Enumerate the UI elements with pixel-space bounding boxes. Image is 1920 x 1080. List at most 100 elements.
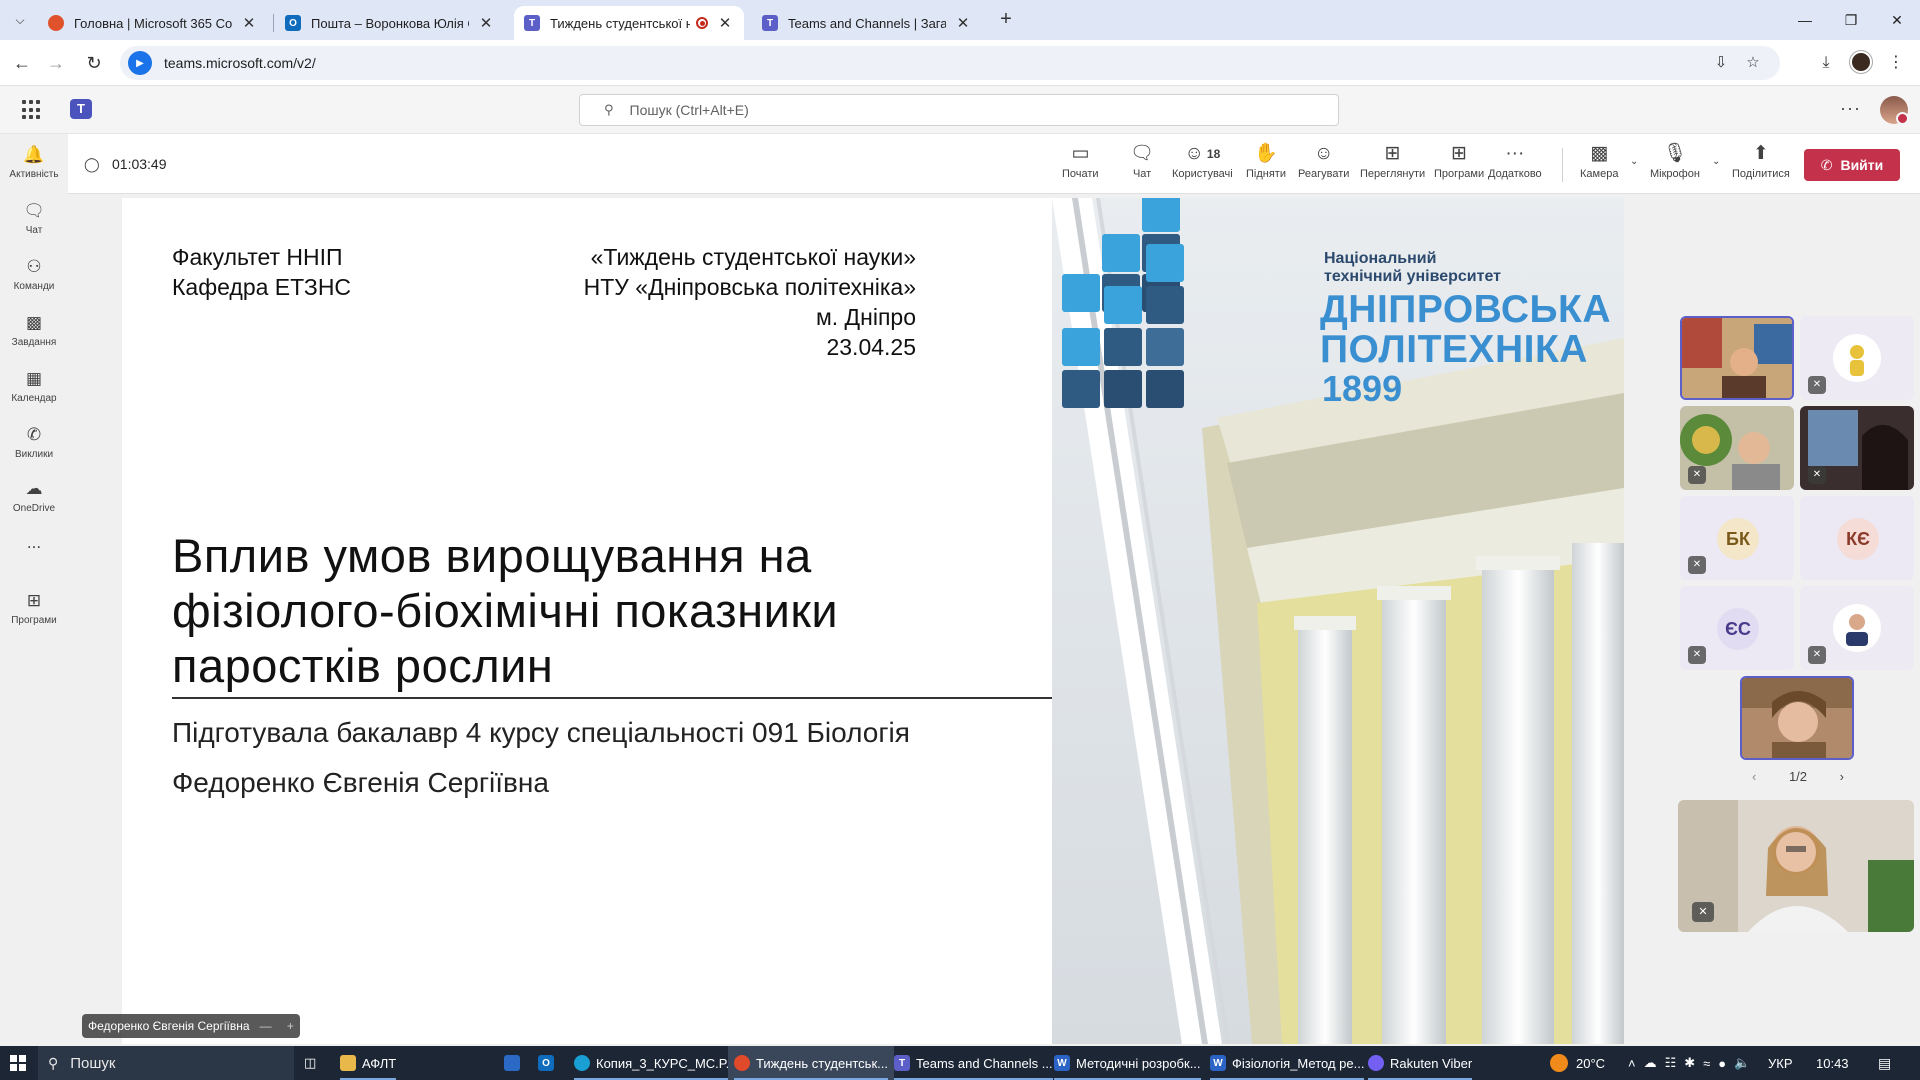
apps-button[interactable]: ⊞ Програми (1434, 142, 1484, 188)
participant-tile[interactable]: ✕ (1800, 406, 1914, 490)
next-page-chevron-icon[interactable]: › (1840, 769, 1844, 784)
mic-muted-icon: ✕ (1808, 466, 1826, 484)
outlook-favicon-icon: O (285, 15, 301, 31)
taskbar-search-input[interactable]: ⚲ Пошук (38, 1046, 294, 1080)
url-text[interactable]: teams.microsoft.com/v2/ (164, 55, 316, 71)
microphone-button[interactable]: 🎙 Мікрофон (1650, 142, 1700, 188)
url-omnibox[interactable]: ▶ teams.microsoft.com/v2/ ⇩ ☆ (120, 46, 1780, 80)
profile-avatar[interactable] (1850, 51, 1874, 75)
restore-icon[interactable]: ❐ (1828, 0, 1874, 40)
presenter-name-tag: Федоренко Євгенія Сергіївна — + (82, 1014, 300, 1038)
weather-widget[interactable]: 20°C (1550, 1046, 1605, 1080)
raise-hand-button[interactable]: ✋ Підняти (1246, 142, 1286, 188)
react-button[interactable]: ☺ Реагувати (1298, 142, 1349, 188)
taskbar-item-edge[interactable]: Копия_3_КУРС_МС.P... (568, 1046, 743, 1080)
camera-button[interactable]: ▩ Камера (1580, 142, 1618, 188)
camera-options-chevron-icon[interactable]: ⌄ (1630, 156, 1638, 167)
bluetooth-icon[interactable]: ✱ (1684, 1055, 1703, 1071)
mic-off-icon: 🎙 (1662, 143, 1688, 164)
participant-tile[interactable] (1740, 676, 1854, 760)
view-button[interactable]: ⊞ Переглянути (1360, 142, 1425, 188)
presenter-zoom-controls[interactable]: — + (260, 1019, 300, 1033)
participant-tile[interactable]: ЄС ✕ (1680, 586, 1794, 670)
rail-item-calls[interactable]: ✆ Виклики (0, 424, 68, 476)
university-logo-blocks (1062, 244, 1184, 408)
rail-item-calendar[interactable]: ▦ Календар (0, 368, 68, 420)
presenter-video-tile[interactable]: ✕ (1678, 800, 1914, 932)
taskbar-item-folder[interactable]: АФЛТ (334, 1046, 402, 1080)
rail-item-apps[interactable]: ⊞ Програми (0, 590, 68, 642)
more-options-icon[interactable]: ··· (1840, 98, 1861, 119)
volume-icon[interactable]: 🔈 (1734, 1055, 1758, 1071)
new-tab-button[interactable]: + (994, 8, 1018, 32)
share-button[interactable]: ⬆ Поділитися (1732, 142, 1790, 188)
participant-tile[interactable] (1680, 316, 1794, 400)
tab-outlook[interactable]: O Пошта – Воронкова Юлія Сергіївна ✕ (275, 6, 505, 40)
tray-chevron-icon[interactable]: ˄ (1628, 1056, 1644, 1071)
word-icon: W (1210, 1055, 1226, 1071)
chat-bubble-icon: 🗨 (23, 201, 45, 220)
leave-button[interactable]: ✆ Вийти (1804, 149, 1900, 181)
task-view-icon[interactable]: ◫ (298, 1046, 322, 1080)
teams-search-input[interactable]: ⚲ Пошук (Ctrl+Alt+E) (579, 94, 1339, 126)
system-tray-icons[interactable]: ˄ ☁ ☷ ✱ ≈ ● 🔈 (1628, 1046, 1758, 1080)
participant-tile[interactable]: ✕ (1680, 406, 1794, 490)
install-app-icon[interactable]: ⇩ (1708, 50, 1734, 76)
rail-item-assignments[interactable]: ▩ Завдання (0, 312, 68, 364)
tab-search-chevron-icon[interactable]: ⌵ (8, 8, 32, 32)
participant-tile[interactable]: ✕ (1800, 586, 1914, 670)
taskbar-item-chrome[interactable]: Тиждень студентськ... (728, 1046, 894, 1080)
language-indicator[interactable]: УКР (1768, 1046, 1793, 1080)
wifi-icon[interactable]: ≈ (1703, 1056, 1718, 1071)
forward-arrow-icon[interactable]: → (44, 51, 68, 75)
back-arrow-icon[interactable]: ← (10, 51, 34, 75)
participants-count: 18 (1206, 147, 1221, 161)
taskbar-item-word-1[interactable]: W Методичні розробк... (1048, 1046, 1207, 1080)
reload-icon[interactable]: ↻ (82, 51, 106, 75)
more-button[interactable]: ··· Додатково (1488, 142, 1542, 188)
tab-teams-channels[interactable]: T Teams and Channels | Загальне ✕ (752, 6, 982, 40)
teams-favicon-icon: T (762, 15, 778, 31)
cloud-icon: ☁ (25, 479, 43, 498)
onedrive-tray-icon[interactable]: ☁ (1644, 1055, 1665, 1071)
tab-close-icon[interactable]: ✕ (716, 14, 734, 32)
minimize-icon[interactable]: — (1782, 0, 1828, 40)
notifications-icon[interactable]: ▤ (1878, 1046, 1891, 1080)
taskbar-item-word-2[interactable]: W Фізіологія_Метод ре... (1204, 1046, 1370, 1080)
user-avatar[interactable] (1880, 96, 1909, 125)
start-button[interactable]: ▭ Почати (1062, 142, 1099, 188)
tab-close-icon[interactable]: ✕ (954, 14, 972, 32)
network-icon[interactable]: ☷ (1665, 1055, 1685, 1071)
clock[interactable]: 10:43 (1816, 1046, 1849, 1080)
browser-menu-icon[interactable]: ⋮ (1884, 51, 1908, 75)
rail-item-teams[interactable]: ⚇ Команди (0, 256, 68, 308)
taskbar-item-teams[interactable]: T Teams and Channels ... (888, 1046, 1059, 1080)
tab-close-icon[interactable]: ✕ (477, 14, 495, 32)
rail-item-chat[interactable]: 🗨 Чат (0, 200, 68, 252)
tab-close-icon[interactable]: ✕ (240, 14, 258, 32)
prev-page-chevron-icon[interactable]: ‹ (1752, 769, 1756, 784)
rail-item-more[interactable]: ... (0, 532, 68, 584)
outlook-taskbar-icon[interactable]: O (532, 1046, 566, 1080)
bookmark-star-icon[interactable]: ☆ (1740, 50, 1766, 76)
windows-start-icon[interactable] (10, 1055, 26, 1071)
site-info-icon[interactable]: ▶ (128, 51, 152, 75)
participant-tile[interactable]: БК ✕ (1680, 496, 1794, 580)
downloads-icon[interactable]: ⤓ (1814, 51, 1838, 75)
rail-item-activity[interactable]: 🔔 Активність (0, 144, 68, 196)
mic-tray-icon[interactable]: ● (1718, 1056, 1734, 1071)
close-window-icon[interactable]: ✕ (1874, 0, 1920, 40)
teams-header: T ⚲ Пошук (Ctrl+Alt+E) ··· (0, 86, 1920, 134)
slide-header-right: «Тиждень студентської науки» НТУ «Дніпро… (583, 244, 916, 360)
app-launcher-icon[interactable] (22, 100, 42, 120)
taskbar-item-viber[interactable]: Rakuten Viber (1362, 1046, 1478, 1080)
participant-tile[interactable]: КЄ (1800, 496, 1914, 580)
mic-options-chevron-icon[interactable]: ⌄ (1712, 156, 1720, 167)
tab-copilot[interactable]: Головна | Microsoft 365 Copilot ✕ (38, 6, 268, 40)
store-icon[interactable] (498, 1046, 532, 1080)
meeting-chat-button[interactable]: 🗨 Чат (1130, 142, 1154, 188)
participant-tile[interactable]: ✕ (1800, 316, 1914, 400)
rail-item-onedrive[interactable]: ☁ OneDrive (0, 478, 68, 530)
tab-teams-meeting[interactable]: T Тиждень студентської науки ✕ (514, 6, 744, 40)
participants-button[interactable]: ☺ 18 Користувачі (1172, 142, 1233, 188)
